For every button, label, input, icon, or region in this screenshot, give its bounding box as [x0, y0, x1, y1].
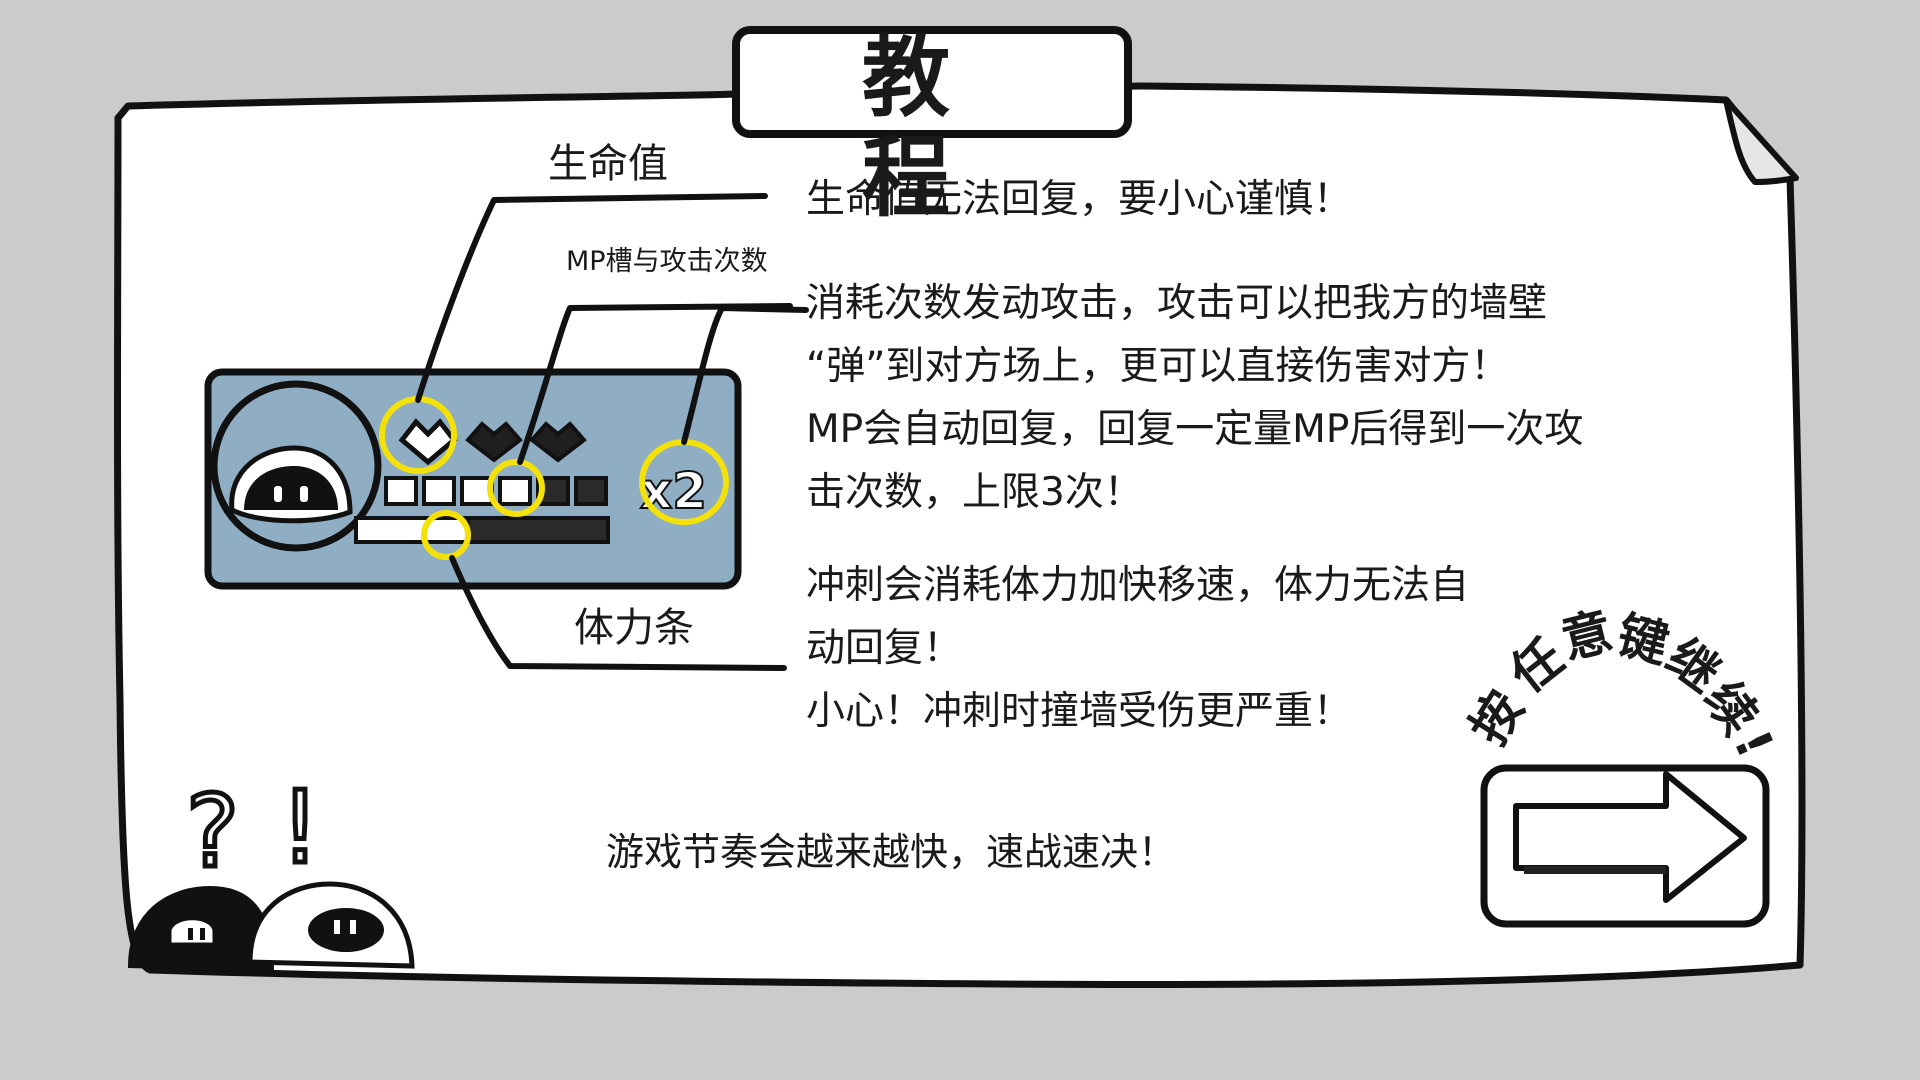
mp-description-line: “弹”到对方场上，更可以直接伤害对方！ [806, 344, 1510, 389]
stamina-bar-empty [466, 516, 610, 544]
hp-description-line: 生命值无法回复，要小心谨慎！ [806, 177, 1353, 222]
stamina-description-line: 冲刺会消耗体力加快移速，体力无法自 [806, 563, 1470, 608]
mp-description-line: 消耗次数发动攻击，攻击可以把我方的墙壁 [806, 281, 1548, 326]
attack-count: x2 [640, 462, 707, 520]
next-arrow-button[interactable] [1480, 762, 1770, 932]
mp-description-line: 击次数，上限3次！ [806, 470, 1143, 515]
stamina-bar-fill [354, 516, 470, 544]
stamina-description-line: 小心！冲刺时撞墙受伤更严重！ [806, 689, 1353, 734]
hp-description: 生命值无法回复，要小心谨慎！ [806, 168, 1352, 231]
mp-label: MP槽与攻击次数 [566, 246, 768, 277]
bottom-hint: 游戏节奏会越来越快，速战速决！ [606, 830, 1177, 874]
stamina-description: 冲刺会消耗体力加快移速，体力无法自 动回复！ 小心！冲刺时撞墙受伤更严重！ [806, 554, 1469, 743]
stamina-label: 体力条 [574, 605, 694, 651]
mp-description: 消耗次数发动攻击，攻击可以把我方的墙壁 “弹”到对方场上，更可以直接伤害对方！ … [806, 272, 1583, 524]
stamina-description-line: 动回复！ [806, 626, 963, 671]
hp-label: 生命值 [548, 141, 668, 187]
exclamation-mark: ! [280, 769, 320, 886]
question-mark: ? [186, 773, 239, 890]
hud-panel: x2 [204, 368, 742, 590]
mp-description-line: MP会自动回复，回复一定量MP后得到一次攻 [806, 407, 1584, 452]
